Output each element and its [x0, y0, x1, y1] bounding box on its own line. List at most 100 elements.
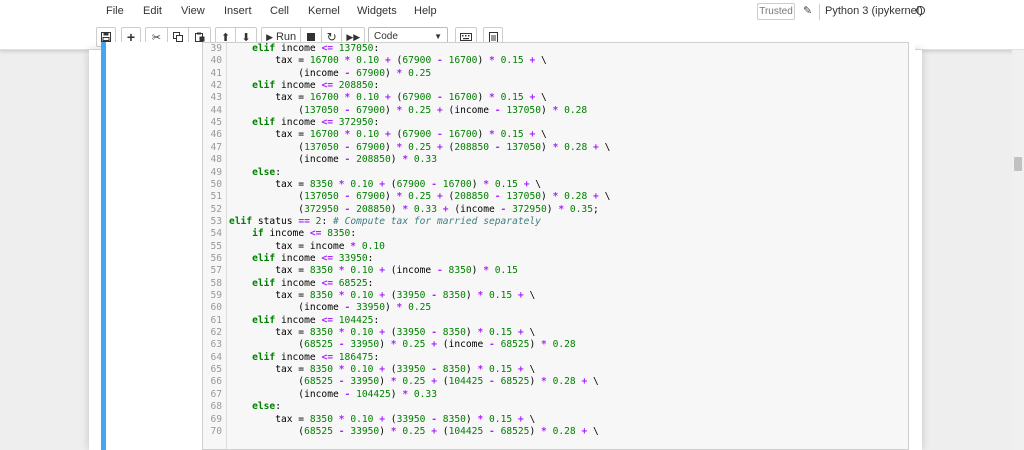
line-number: 68	[210, 401, 222, 413]
line-number: 43	[210, 92, 222, 104]
code-line[interactable]: 66 (68525 - 33950) * 0.25 + (104425 - 68…	[203, 376, 908, 388]
line-number: 41	[210, 67, 222, 79]
menu-cell[interactable]: Cell	[270, 5, 289, 17]
code-text: tax = 16700 * 0.10 + (67900 - 16700) * 0…	[229, 129, 547, 141]
code-line[interactable]: 69 tax = 8350 * 0.10 + (33950 - 8350) * …	[203, 414, 908, 426]
code-text: tax = 16700 * 0.10 + (67900 - 16700) * 0…	[229, 55, 547, 67]
line-number: 44	[210, 104, 222, 116]
line-number: 49	[210, 166, 222, 178]
code-line[interactable]: 56 elif income <= 33950:	[203, 252, 908, 265]
line-number: 63	[210, 339, 222, 351]
menu-help[interactable]: Help	[414, 5, 437, 17]
code-text: (137050 - 67900) * 0.25 + (208850 - 1370…	[229, 141, 611, 153]
code-text: tax = 8350 * 0.10 + (33950 - 8350) * 0.1…	[229, 290, 536, 301]
cell-type-value: Code	[374, 31, 398, 42]
line-number: 56	[210, 252, 222, 264]
code-line[interactable]: 53 elif status == 2: # Compute tax for ma…	[203, 215, 908, 228]
code-line[interactable]: 59 tax = 8350 * 0.10 + (33950 - 8350) * …	[203, 290, 908, 302]
page-scrollbar[interactable]	[1012, 50, 1024, 450]
code-text: (income - 104425) * 0.33	[229, 388, 437, 400]
keyboard-icon	[460, 33, 472, 41]
line-number: 60	[210, 302, 222, 314]
code-editor[interactable]: 39 elif income <= 137050: 40 tax = 16700 …	[202, 42, 909, 450]
trusted-badge[interactable]: Trusted	[757, 3, 795, 20]
line-number: 67	[210, 388, 222, 400]
line-number: 40	[210, 55, 222, 67]
code-line[interactable]: 62 tax = 8350 * 0.10 + (33950 - 8350) * …	[203, 327, 908, 339]
menu-file[interactable]: File	[106, 5, 124, 17]
code-text: else:	[252, 166, 281, 178]
save-icon	[101, 32, 111, 42]
line-number: 66	[210, 376, 222, 388]
line-number: 57	[210, 265, 222, 277]
code-line[interactable]: 42 elif income <= 208850:	[203, 80, 908, 92]
code-text: tax = 16700 * 0.10 + (67900 - 16700) * 0…	[229, 92, 547, 104]
code-text: tax = income * 0.10	[229, 240, 385, 252]
code-line[interactable]: 43 tax = 16700 * 0.10 + (67900 - 16700) …	[203, 92, 908, 104]
code-text: elif income <= 208850:	[252, 80, 380, 92]
code-line[interactable]: 61 elif income <= 104425:	[203, 314, 908, 327]
code-line[interactable]: 46 tax = 16700 * 0.10 + (67900 - 16700) …	[203, 129, 908, 141]
code-line[interactable]: 40 tax = 16700 * 0.10 + (67900 - 16700) …	[203, 55, 908, 67]
line-number: 51	[210, 191, 222, 203]
code-line[interactable]: 63 (68525 - 33950) * 0.25 + (income - 68…	[203, 339, 908, 351]
code-line[interactable]: 65 tax = 8350 * 0.10 + (33950 - 8350) * …	[203, 364, 908, 376]
code-text: tax = 8350 * 0.10 + (33950 - 8350) * 0.1…	[229, 364, 536, 376]
code-text: elif income <= 186475:	[252, 351, 380, 363]
menu-view[interactable]: View	[181, 5, 205, 17]
code-text: (income - 208850) * 0.33	[229, 154, 437, 166]
kernel-divider	[819, 4, 820, 20]
code-line[interactable]: 51 (137050 - 67900) * 0.25 + (208850 - 1…	[203, 191, 908, 203]
line-number: 59	[210, 290, 222, 301]
code-text: tax = 8350 * 0.10 + (33950 - 8350) * 0.1…	[229, 327, 536, 339]
play-icon: ▶	[266, 31, 273, 42]
code-text: (372950 - 208850) * 0.33 + (income - 372…	[229, 203, 599, 215]
menu-insert[interactable]: Insert	[224, 5, 252, 17]
paste-icon	[194, 32, 204, 42]
line-number: 48	[210, 154, 222, 166]
code-text: tax = 8350 * 0.10 + (67900 - 16700) * 0.…	[229, 178, 542, 190]
menu-kernel[interactable]: Kernel	[308, 5, 340, 17]
code-line[interactable]: 70 (68525 - 33950) * 0.25 + (104425 - 68…	[203, 425, 908, 438]
code-text: elif income <= 68525:	[252, 277, 374, 289]
line-number: 46	[210, 129, 222, 141]
code-text: (income - 67900) * 0.25	[229, 67, 432, 79]
line-number: 55	[210, 240, 222, 252]
code-line[interactable]: 39 elif income <= 137050:	[203, 43, 908, 55]
line-number: 70	[210, 425, 222, 437]
code-line[interactable]: 52 (372950 - 208850) * 0.33 + (income - …	[203, 203, 908, 216]
code-line[interactable]: 41 (income - 67900) * 0.25	[203, 67, 908, 80]
code-text: (137050 - 67900) * 0.25 + (income - 1370…	[229, 104, 588, 116]
code-line[interactable]: 67 (income - 104425) * 0.33	[203, 388, 908, 401]
code-line[interactable]: 54 if income <= 8350:	[203, 228, 908, 240]
code-line[interactable]: 45 elif income <= 372950:	[203, 117, 908, 129]
code-line[interactable]: 60 (income - 33950) * 0.25	[203, 302, 908, 314]
line-number: 62	[210, 327, 222, 339]
copy-icon	[173, 32, 183, 42]
code-line[interactable]: 50 tax = 8350 * 0.10 + (67900 - 16700) *…	[203, 178, 908, 191]
menu-edit[interactable]: Edit	[143, 5, 162, 17]
scrollbar-thumb[interactable]	[1014, 157, 1022, 171]
code-line[interactable]: 47 (137050 - 67900) * 0.25 + (208850 - 1…	[203, 141, 908, 154]
code-line[interactable]: 44 (137050 - 67900) * 0.25 + (income - 1…	[203, 104, 908, 117]
document-icon	[488, 31, 498, 43]
line-number: 54	[210, 228, 222, 240]
line-number: 65	[210, 364, 222, 376]
line-number: 53	[210, 215, 222, 227]
code-text: elif income <= 137050:	[252, 43, 380, 54]
code-line[interactable]: 58 elif income <= 68525:	[203, 277, 908, 290]
code-line[interactable]: 68 else:	[203, 401, 908, 413]
menu-widgets[interactable]: Widgets	[357, 5, 397, 17]
line-number: 39	[210, 43, 222, 54]
code-line[interactable]: 57 tax = 8350 * 0.10 + (income - 8350) *…	[203, 265, 908, 277]
code-line[interactable]: 55 tax = income * 0.10	[203, 240, 908, 253]
kernel-status-icon	[916, 6, 925, 15]
code-line[interactable]: 64 elif income <= 186475:	[203, 351, 908, 364]
code-text: (income - 33950) * 0.25	[229, 302, 432, 314]
pencil-icon[interactable]: ✎	[803, 4, 812, 17]
code-line[interactable]: 48 (income - 208850) * 0.33	[203, 154, 908, 166]
kernel-name[interactable]: Python 3 (ipykernel)	[825, 5, 923, 17]
code-text: elif income <= 104425:	[252, 314, 380, 326]
stop-icon	[307, 33, 316, 41]
code-line[interactable]: 49 else:	[203, 166, 908, 179]
